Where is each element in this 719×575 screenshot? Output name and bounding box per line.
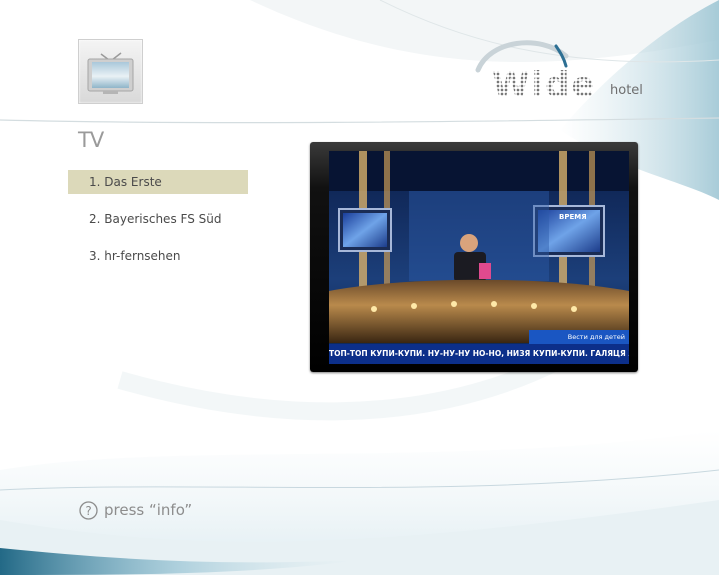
channel-item-das-erste[interactable]: 1. Das Erste [68, 170, 248, 194]
help-hint: ? press “info” [79, 499, 192, 521]
wide-hotel-logo: Wide hotel [470, 38, 660, 108]
news-ticker-text: ТОП-ТОП КУПИ-КУПИ. НУ-НУ-НУ НО-НО, НИЗЯ … [329, 349, 629, 358]
svg-text:?: ? [85, 504, 91, 518]
tv-caption: Вести для детей [529, 330, 629, 344]
svg-text:ВРЕМЯ: ВРЕМЯ [559, 213, 587, 221]
page-title: TV [78, 128, 104, 152]
tv-preview-frame: ВРЕМЯ Вести для детей ТОП-ТОП КУПИ-КУПИ.… [310, 142, 638, 372]
channel-item-hr-fernsehen[interactable]: 3. hr-fernsehen [68, 244, 248, 268]
question-circle-icon: ? [79, 500, 98, 520]
tv-preview-screen: ВРЕМЯ Вести для детей ТОП-ТОП КУПИ-КУПИ.… [329, 151, 629, 364]
channel-item-bayerisches-fs-sued[interactable]: 2. Bayerisches FS Süd [68, 207, 248, 231]
news-ticker: ТОП-ТОП КУПИ-КУПИ. НУ-НУ-НУ НО-НО, НИЗЯ … [329, 344, 629, 364]
channel-list: 1. Das Erste 2. Bayerisches FS Süd 3. hr… [68, 170, 248, 281]
help-text: press “info” [104, 501, 193, 519]
logo-suffix: hotel [610, 83, 643, 98]
logo-word: Wide [492, 65, 597, 105]
tv-icon [78, 39, 143, 104]
